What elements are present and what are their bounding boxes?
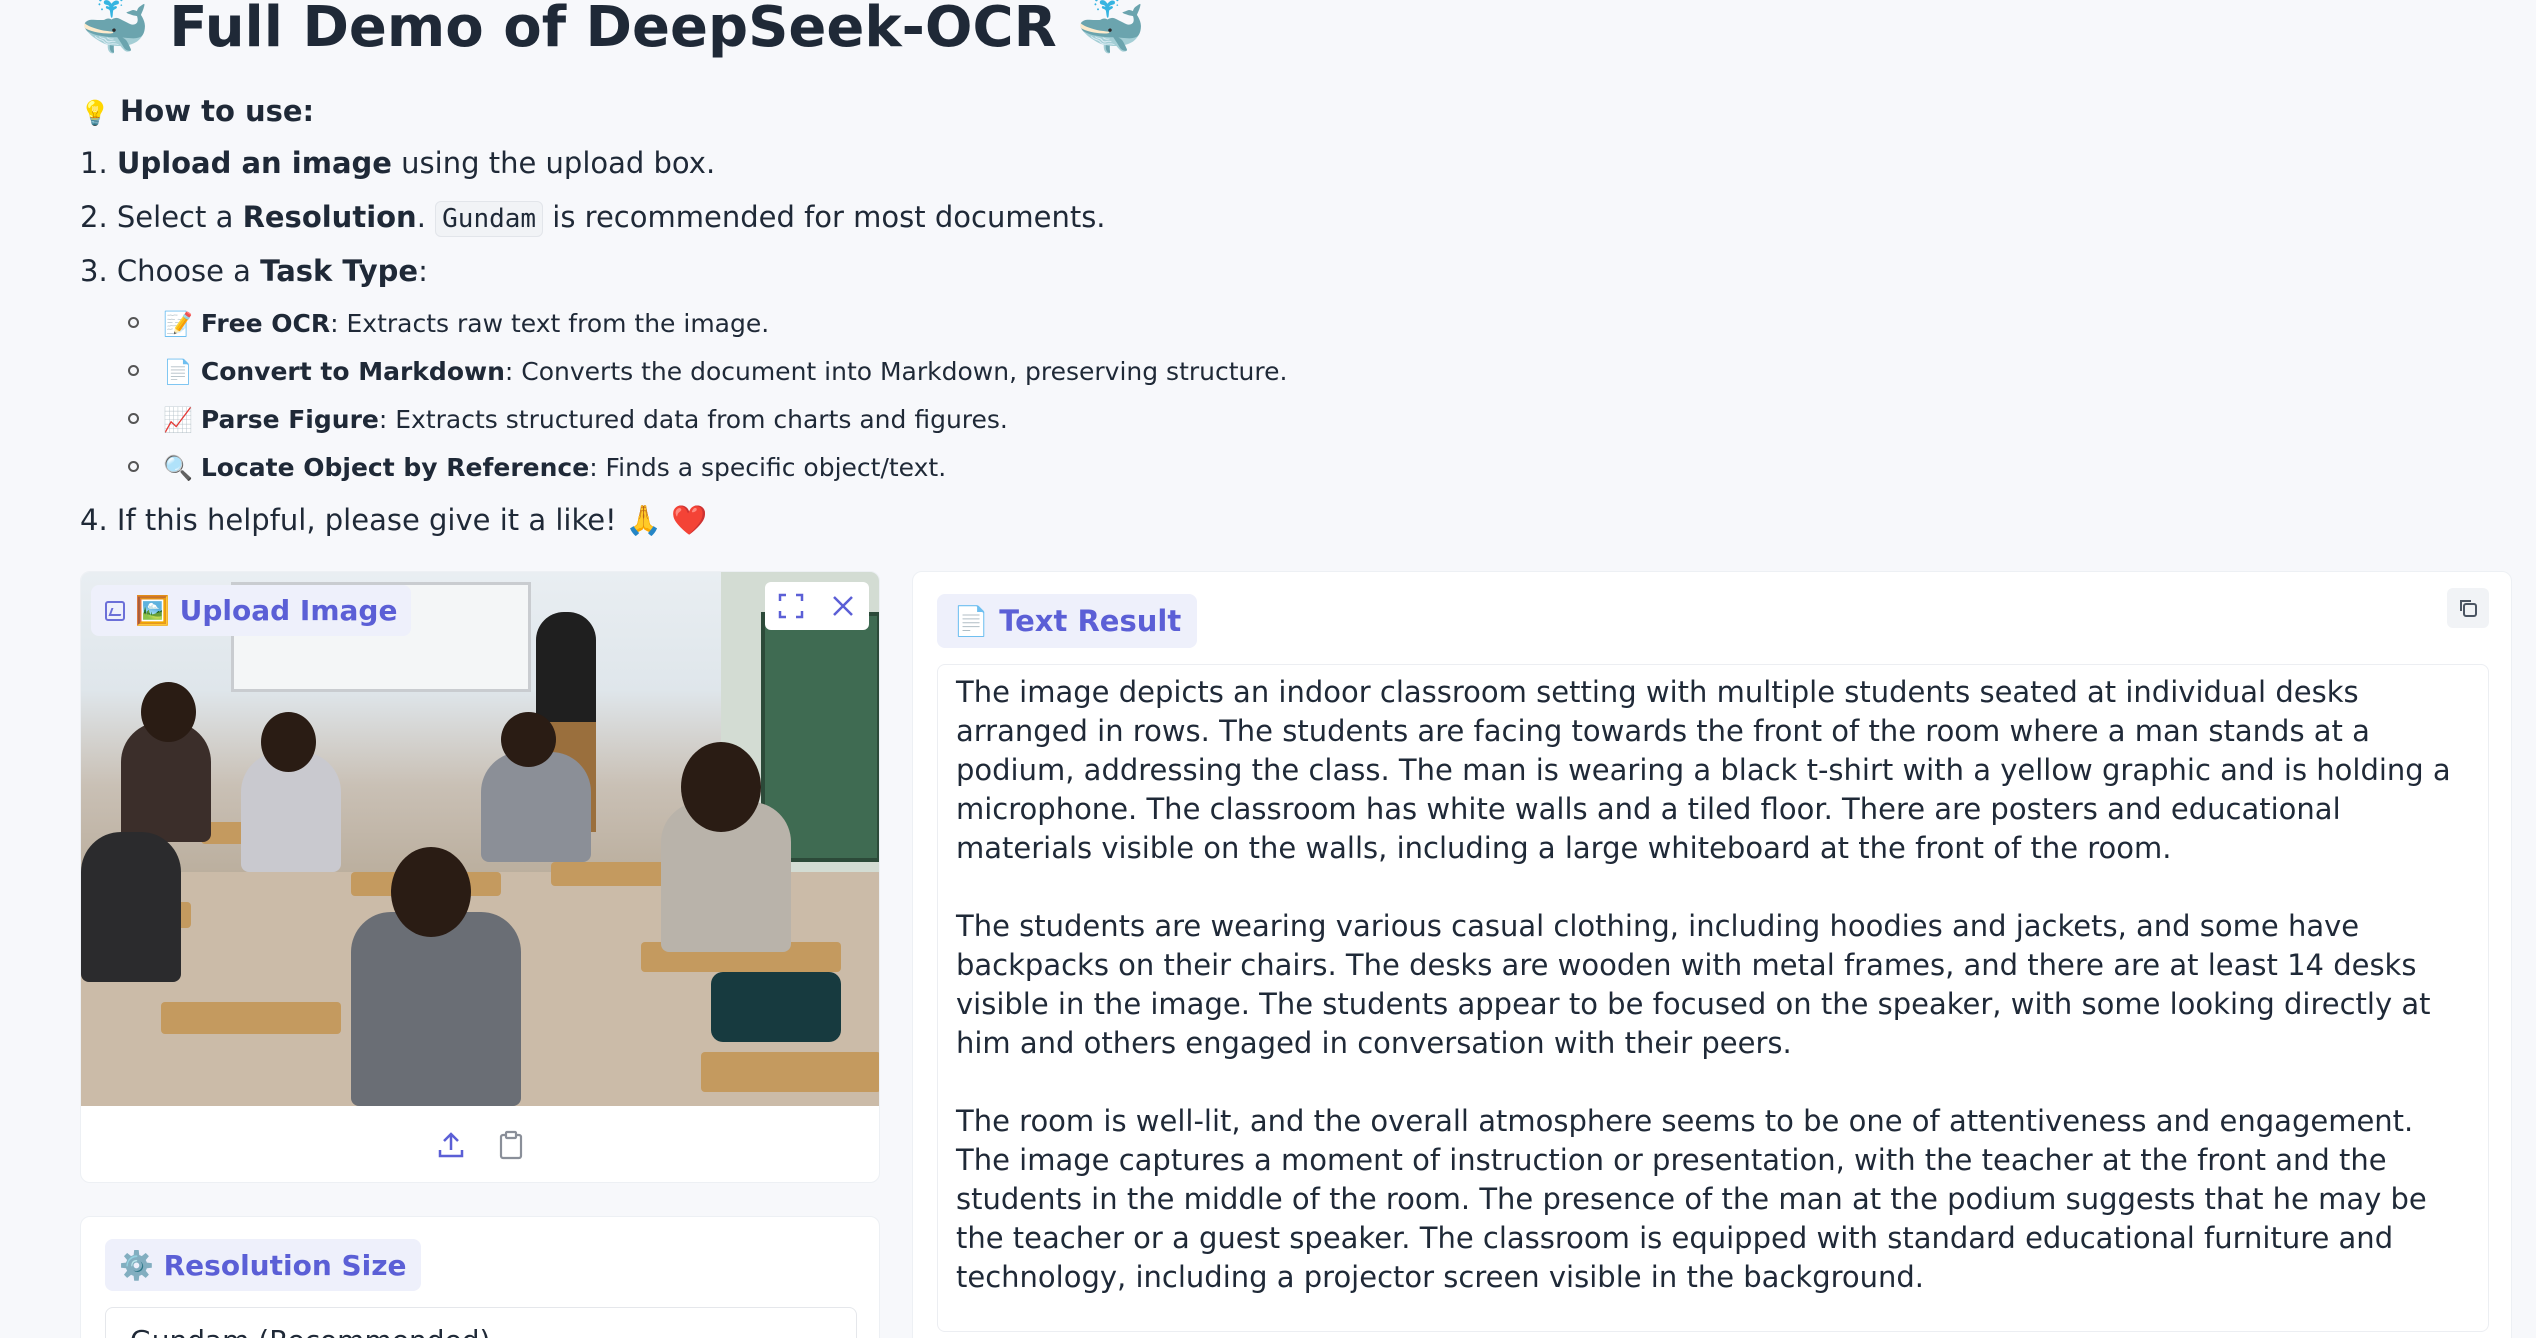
chart-icon: 📈: [163, 406, 193, 434]
bullet-icon: [128, 460, 139, 472]
step-1: 1. Upload an image using the upload box.: [80, 146, 715, 180]
resolution-label: ⚙️ Resolution Size: [105, 1239, 421, 1291]
step-text: using the upload box.: [391, 146, 716, 180]
image-toolbar: [765, 582, 869, 630]
task-desc: : Converts the document into Markdown, p…: [504, 357, 1288, 386]
step-4: 4. If this helpful, please give it a lik…: [80, 503, 707, 538]
upload-icon[interactable]: [432, 1126, 470, 1164]
step-bold: Resolution: [242, 200, 417, 234]
bullet-icon: [128, 316, 139, 328]
copy-icon[interactable]: [2447, 588, 2489, 628]
text-result-label: 📄 Text Result: [937, 594, 1198, 648]
step-number: 1.: [80, 146, 108, 180]
step-2: 2. Select a Resolution. Gundam is recomm…: [80, 200, 1106, 237]
task-parse-figure: 📈 Parse Figure: Extracts structured data…: [128, 405, 1008, 434]
bullet-icon: [128, 412, 139, 424]
step-text: Choose a: [116, 254, 261, 288]
task-name: Locate Object by Reference: [200, 453, 590, 482]
step-text: Select a: [116, 200, 243, 234]
task-name: Convert to Markdown: [200, 357, 505, 386]
image-icon: [105, 600, 125, 621]
text-result-panel: 📄 Text Result The image depicts an indoo…: [912, 571, 2512, 1338]
memo-icon: 📝: [163, 310, 193, 338]
step-text: is recommended for most documents.: [543, 200, 1106, 234]
task-free-ocr: 📝 Free OCR: Extracts raw text from the i…: [128, 309, 769, 338]
task-convert-markdown: 📄 Convert to Markdown: Converts the docu…: [128, 357, 1287, 386]
upload-image-label-text: 🖼️ Upload Image: [135, 594, 398, 627]
step-text: :: [418, 254, 428, 288]
task-desc: : Extracts raw text from the image.: [330, 309, 770, 338]
task-name: Parse Figure: [200, 405, 379, 434]
text-result-output[interactable]: The image depicts an indoor classroom se…: [937, 664, 2489, 1332]
code-gundam: Gundam: [435, 201, 544, 237]
result-paragraph: The room is well-lit, and the overall at…: [956, 1104, 2427, 1294]
resolution-select[interactable]: Gundam (Recommended): [105, 1307, 857, 1338]
step-bold: Task Type: [260, 254, 419, 288]
task-locate-object: 🔍 Locate Object by Reference: Finds a sp…: [128, 453, 946, 482]
task-desc: : Extracts structured data from charts a…: [378, 405, 1008, 434]
step-number: 4.: [80, 503, 108, 537]
task-name: Free OCR: [200, 309, 331, 338]
result-paragraph: The image depicts an indoor classroom se…: [956, 675, 2451, 865]
step-3: 3. Choose a Task Type:: [80, 254, 428, 288]
task-desc: : Finds a specific object/text.: [589, 453, 947, 482]
resolution-panel: ⚙️ Resolution Size Gundam (Recommended): [80, 1216, 880, 1338]
step-text: If this helpful, please give it a like! …: [116, 503, 708, 537]
upload-image-label: 🖼️ Upload Image: [91, 585, 412, 636]
step-number: 2.: [80, 200, 108, 234]
page-title: 🐳 Full Demo of DeepSeek-OCR 🐳: [80, 0, 1146, 60]
result-paragraph: The students are wearing various casual …: [956, 909, 2431, 1060]
fullscreen-icon[interactable]: [773, 588, 809, 624]
howto-title: How to use:: [120, 94, 315, 128]
bullet-icon: [128, 364, 139, 376]
step-number: 3.: [80, 254, 108, 288]
clipboard-icon[interactable]: [492, 1126, 530, 1164]
howto-heading: 💡 How to use:: [80, 94, 314, 128]
uploaded-image-preview: [81, 572, 879, 1106]
document-icon: 📄: [163, 358, 193, 386]
close-icon[interactable]: [825, 588, 861, 624]
step-text: .: [416, 200, 436, 234]
magnifier-icon: 🔍: [163, 454, 193, 482]
upload-image-panel[interactable]: 🖼️ Upload Image: [80, 571, 880, 1183]
upload-actions-bar: [81, 1106, 879, 1182]
lightbulb-icon: 💡: [80, 99, 110, 127]
step-bold: Upload an image: [116, 146, 392, 180]
